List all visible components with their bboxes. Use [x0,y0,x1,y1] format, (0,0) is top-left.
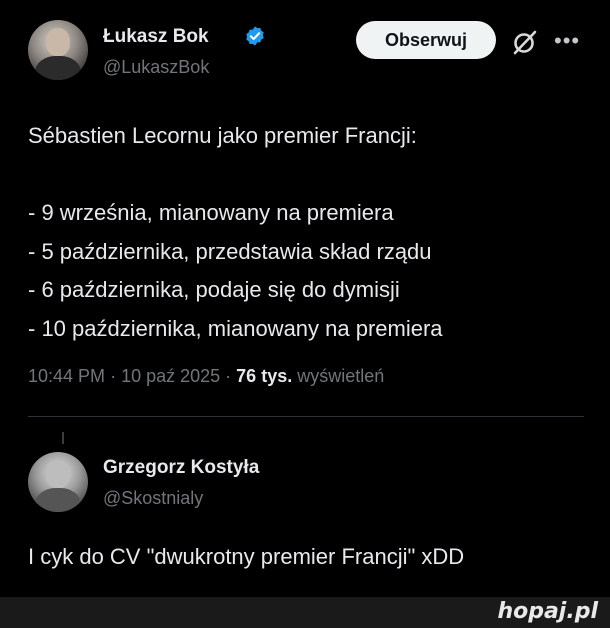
grok-icon[interactable] [510,27,540,57]
tweet-line: Sébastien Lecornu jako premier Francji: [28,123,417,148]
reply-avatar[interactable] [28,452,88,512]
meta-separator: · [110,366,122,386]
reply-author-handle[interactable]: @Skostnialy [103,488,203,509]
reply-text: I cyk do CV "dwukrotny premier Francji" … [28,544,465,569]
tweet-time[interactable]: 10:44 PM [28,366,105,386]
follow-button[interactable]: Obserwuj [356,21,496,59]
tweet-line [28,156,588,195]
views-label: wyświetleń [297,366,385,386]
tweet-line: - 10 października, mianowany na premiera [28,315,443,341]
author-handle[interactable]: @LukaszBok [103,57,209,78]
site-logo[interactable]: hopaj.pl [497,599,598,624]
divider [28,416,584,417]
thread-line [62,432,64,444]
tweet-text: Sébastien Lecornu jako premier Francji: … [28,117,588,348]
views-count: 76 tys. [236,366,293,386]
footer-bar: hopaj.pl [0,597,610,628]
avatar-head [46,460,70,488]
tweet-date[interactable]: 10 paź 2025 [121,366,220,386]
tweet-meta: 10:44 PM · 10 paź 2025 · 76 tys. wyświet… [28,366,384,387]
more-icon[interactable]: ••• [554,28,580,54]
meta-separator: · [225,366,237,386]
reply-author-name[interactable]: Grzegorz Kostyła [103,457,259,479]
verified-badge-icon [246,26,264,46]
tweet-line: - 6 października, podaje się do dymisji [28,277,400,302]
avatar-body [35,56,81,80]
author-avatar[interactable] [28,20,88,80]
tweet-line: - 5 października, przedstawia skład rząd… [28,238,432,264]
tweet-line: - 9 września, mianowany na premiera [28,200,394,225]
avatar-head [46,28,70,56]
avatar-body [35,488,81,512]
author-name[interactable]: Łukasz Bok [103,26,209,48]
